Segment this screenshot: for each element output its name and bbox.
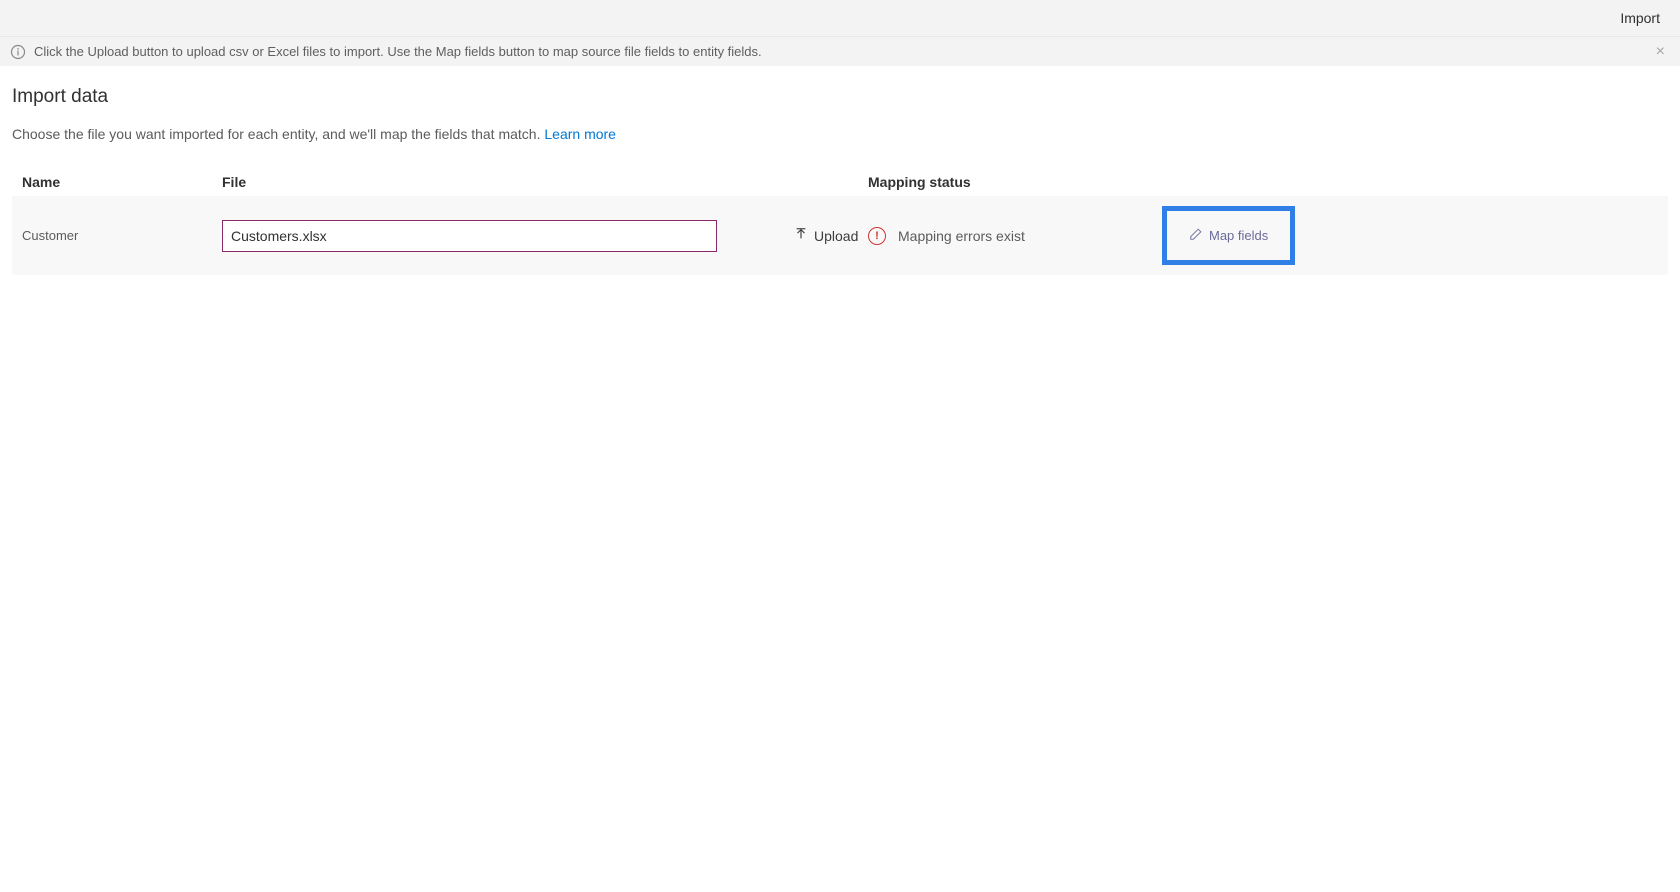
- info-banner: Click the Upload button to upload csv or…: [0, 36, 1680, 66]
- pencil-icon: [1189, 227, 1203, 244]
- topbar: Import: [0, 0, 1680, 36]
- col-header-name: Name: [22, 174, 222, 190]
- col-header-action-spacer: [1132, 174, 1658, 190]
- upload-cell: Upload: [782, 227, 862, 244]
- entity-name: Customer: [22, 228, 222, 243]
- file-cell: [222, 220, 782, 252]
- table-row: Customer Upload: [12, 196, 1668, 275]
- map-fields-label: Map fields: [1209, 228, 1268, 243]
- import-button[interactable]: Import: [1620, 10, 1660, 26]
- info-icon: [10, 44, 26, 60]
- upload-icon: [794, 227, 808, 244]
- page-title: Import data: [12, 86, 1668, 108]
- status-cell: ! Mapping errors exist: [862, 227, 1132, 245]
- map-fields-button[interactable]: Map fields: [1189, 227, 1268, 244]
- col-header-file: File: [222, 174, 782, 190]
- content-area: Import data Choose the file you want imp…: [0, 66, 1680, 295]
- table-header: Name File Mapping status: [12, 174, 1668, 196]
- col-header-upload-spacer: [782, 174, 862, 190]
- status-text: Mapping errors exist: [898, 228, 1025, 244]
- file-input[interactable]: [222, 220, 717, 252]
- import-table: Name File Mapping status Customer: [12, 174, 1668, 275]
- learn-more-link[interactable]: Learn more: [544, 126, 616, 142]
- error-icon: !: [868, 227, 886, 245]
- subtitle-text: Choose the file you want imported for ea…: [12, 126, 544, 142]
- info-banner-text: Click the Upload button to upload csv or…: [34, 44, 762, 59]
- col-header-status: Mapping status: [862, 174, 1132, 190]
- upload-button[interactable]: Upload: [782, 227, 858, 244]
- upload-label: Upload: [814, 228, 858, 244]
- map-fields-highlight: Map fields: [1162, 206, 1295, 265]
- page-subtitle: Choose the file you want imported for ea…: [12, 126, 1668, 142]
- action-cell: Map fields: [1132, 206, 1658, 265]
- close-icon[interactable]: ×: [1656, 44, 1665, 60]
